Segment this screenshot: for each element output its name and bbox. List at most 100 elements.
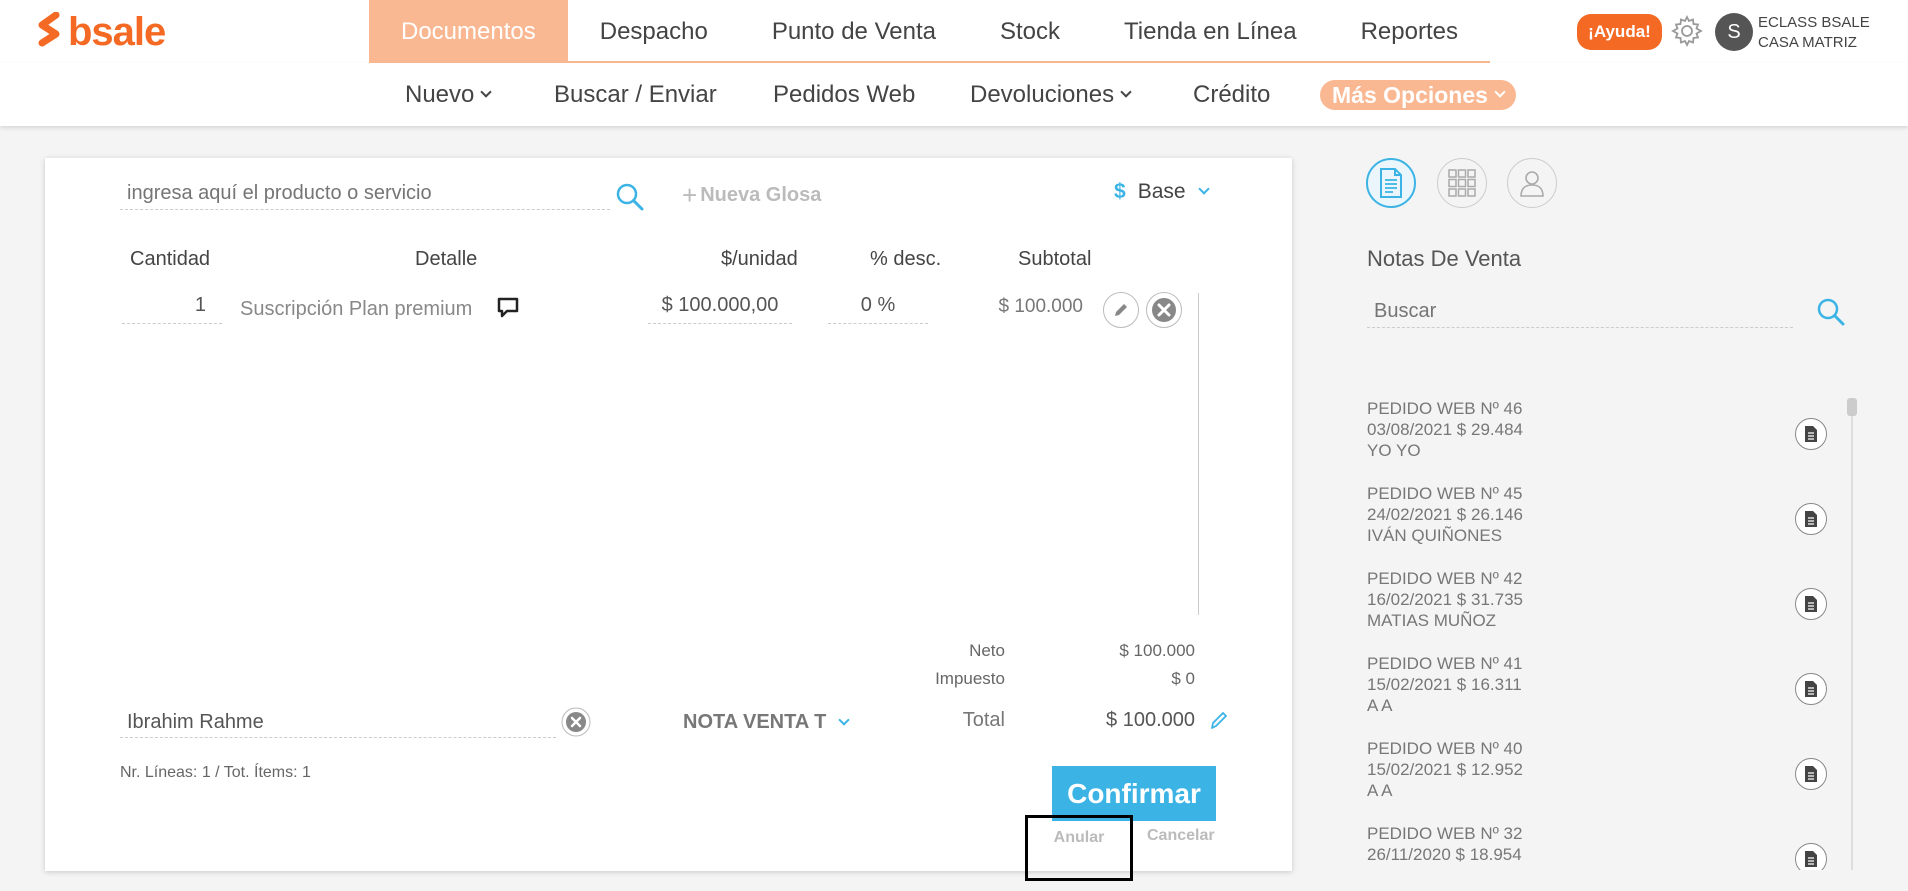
open-document-button[interactable] [1795,758,1827,790]
item-title: PEDIDO WEB Nº 46 [1367,399,1523,418]
search-icon[interactable] [613,180,647,214]
client-name: Ibrahim Rahme [127,711,264,733]
item-client: IVÁN QUIÑONES [1367,526,1503,545]
search-icon[interactable] [1814,295,1848,329]
anular-button[interactable]: Anular [1025,815,1133,881]
plus-icon: + [682,180,698,210]
item-client: A A [1367,696,1393,715]
open-document-button[interactable] [1795,418,1827,450]
line-detail[interactable]: Suscripción Plan premium [240,298,472,321]
product-search-input[interactable] [120,178,610,209]
col-detalle: Detalle [415,248,478,270]
client-field[interactable]: Ibrahim Rahme [120,706,556,738]
grid-tab[interactable] [1437,158,1487,208]
notas-venta-tab[interactable] [1366,158,1416,208]
doc-type-label: NOTA VENTA T [683,711,827,733]
line-unit-price[interactable]: $ 100.000,00 [648,294,792,324]
nueva-glosa-label: Nueva Glosa [700,183,822,206]
client-tab[interactable] [1507,158,1557,208]
list-item[interactable]: PEDIDO WEB Nº 45 24/02/2021 $ 26.146 IVÁ… [1367,483,1837,568]
doc-type-select[interactable]: NOTA VENTA T [683,711,850,734]
comment-icon[interactable] [496,296,520,320]
bsale-logo[interactable]: bsale [36,10,166,54]
nueva-glosa-button[interactable]: + Nueva Glosa [682,182,821,208]
nav-despacho[interactable]: Despacho [568,0,740,63]
product-search [120,178,610,210]
document-icon [1805,766,1817,782]
clear-client-icon[interactable] [561,707,591,737]
line-quantity[interactable]: 1 [122,294,222,324]
item-date-amount: 03/08/2021 $ 29.484 [1367,420,1523,439]
list-item[interactable]: PEDIDO WEB Nº 32 26/11/2020 $ 18.954 [1367,823,1837,870]
nav-stock[interactable]: Stock [968,0,1092,63]
side-panel-title: Notas De Venta [1367,246,1522,271]
close-icon [1152,298,1176,322]
col-unit-price: $/unidad [721,248,798,270]
list-item[interactable]: PEDIDO WEB Nº 42 16/02/2021 $ 31.735 MAT… [1367,568,1837,653]
currency-select[interactable]: $ Base [1114,180,1210,204]
nav-documentos[interactable]: Documentos [369,0,568,63]
nav-tienda-en-linea[interactable]: Tienda en Línea [1092,0,1329,63]
user-branch: CASA MATRIZ [1758,34,1857,51]
subnav-buscar-enviar[interactable]: Buscar / Enviar [554,63,717,126]
item-title: PEDIDO WEB Nº 42 [1367,569,1523,588]
side-search-input[interactable] [1367,296,1793,327]
col-discount: % desc. [870,248,942,270]
document-icon [1805,851,1817,867]
help-button[interactable]: ¡Ayuda! [1577,14,1662,50]
item-date-amount: 15/02/2021 $ 12.952 [1367,760,1523,779]
scrollbar[interactable] [1851,398,1853,870]
mas-opciones-label: Más Opciones [1332,81,1488,108]
item-title: PEDIDO WEB Nº 41 [1367,654,1523,673]
cancelar-button[interactable]: Cancelar [1147,827,1215,845]
list-item[interactable]: PEDIDO WEB Nº 40 15/02/2021 $ 12.952 A A [1367,738,1837,823]
item-date-amount: 15/02/2021 $ 16.311 [1367,675,1522,694]
list-item[interactable]: PEDIDO WEB Nº 46 03/08/2021 $ 29.484 YO … [1367,398,1837,483]
document-icon [1805,596,1817,612]
currency-label: Base [1137,180,1186,203]
line-count: Nr. Líneas: 1 / Tot. Ítems: 1 [120,764,311,781]
user-company: ECLASS BSALE [1758,14,1870,31]
line-discount[interactable]: 0 % [828,294,928,324]
total-label: Total [962,709,1005,731]
document-icon [1805,426,1817,442]
impuesto-label: Impuesto [935,669,1005,688]
open-document-button[interactable] [1795,843,1827,870]
subnav-mas-opciones[interactable]: Más Opciones [1320,80,1516,110]
impuesto-value: $ 0 [1171,669,1195,688]
list-item[interactable]: PEDIDO WEB Nº 41 15/02/2021 $ 16.311 A A [1367,653,1837,738]
nav-reportes[interactable]: Reportes [1329,0,1490,63]
gear-icon[interactable] [1670,14,1704,48]
item-title: PEDIDO WEB Nº 32 [1367,824,1523,843]
table-divider [1198,293,1199,615]
neto-label: Neto [969,641,1005,660]
confirm-button[interactable]: Confirmar [1052,766,1216,821]
document-card: + Nueva Glosa $ Base Cantidad Detalle $/… [45,158,1292,881]
anular-label: Anular [1053,829,1105,846]
sub-nav: Nuevo Buscar / Enviar Pedidos Web Devolu… [0,63,1908,126]
subnav-devoluciones[interactable]: Devoluciones [970,63,1132,126]
user-avatar[interactable]: S [1715,13,1753,51]
bsale-mark-icon [38,12,60,47]
subnav-pedidos-web[interactable]: Pedidos Web [773,63,915,126]
notas-list: PEDIDO WEB Nº 46 03/08/2021 $ 29.484 YO … [1367,398,1837,870]
edit-line-button[interactable] [1103,292,1139,328]
open-document-button[interactable] [1795,588,1827,620]
scrollbar-thumb[interactable] [1847,398,1857,416]
grid-icon [1448,169,1476,197]
item-title: PEDIDO WEB Nº 45 [1367,484,1523,503]
logo-text: bsale [68,10,166,54]
chevron-down-icon [1494,86,1506,98]
subnav-nuevo[interactable]: Nuevo [405,63,493,126]
user-name[interactable]: ECLASS BSALE CASA MATRIZ [1758,13,1870,53]
delete-line-button[interactable] [1146,292,1182,328]
subnav-credito[interactable]: Crédito [1193,63,1270,126]
pencil-icon [1115,304,1127,316]
currency-symbol: $ [1114,180,1126,203]
item-client: YO YO [1367,441,1421,460]
pencil-icon[interactable] [1208,709,1230,731]
open-document-button[interactable] [1795,503,1827,535]
nav-punto-de-venta[interactable]: Punto de Venta [740,0,968,63]
open-document-button[interactable] [1795,673,1827,705]
user-icon [1520,171,1544,197]
